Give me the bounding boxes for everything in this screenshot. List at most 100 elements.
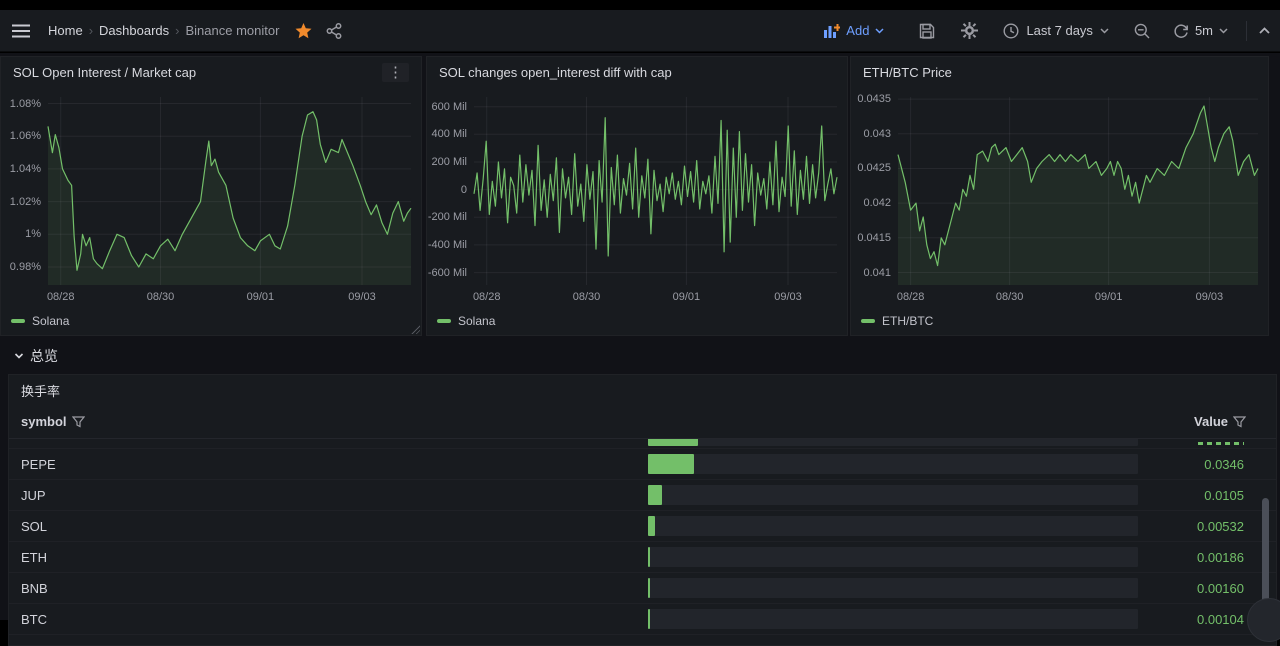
y-tick-label: -200 Mil	[428, 211, 467, 223]
x-tick-label: 09/01	[247, 291, 275, 303]
y-tick-label: -400 Mil	[428, 239, 467, 251]
filter-icon[interactable]	[1233, 416, 1246, 428]
cell-symbol: BNB	[21, 581, 48, 596]
table-row[interactable]: BNB0.00160	[9, 573, 1276, 604]
panel-title[interactable]: ETH/BTC Price	[863, 65, 952, 80]
chevron-down-icon	[875, 28, 884, 34]
panel-title[interactable]: SOL Open Interest / Market cap	[13, 65, 196, 80]
y-tick-label: 1.02%	[10, 196, 41, 208]
column-label: symbol	[21, 414, 67, 429]
table-row-partial[interactable]	[9, 439, 1276, 449]
row-section-overview[interactable]: 总览	[14, 346, 58, 366]
y-tick-label: 1%	[25, 228, 41, 240]
legend-swatch	[437, 319, 451, 323]
cell-symbol: ETH	[21, 550, 47, 565]
dashboard-settings-gear-icon[interactable]	[948, 22, 991, 39]
navbar-divider	[1246, 21, 1247, 41]
clock-icon	[1003, 23, 1019, 39]
timeseries-chart[interactable]: 0.04350.0430.04250.0420.04150.041 08/280…	[851, 87, 1268, 335]
cell-symbol: SOL	[21, 519, 47, 534]
table-row[interactable]: PEPE0.0346	[9, 449, 1276, 480]
legend-item[interactable]: ETH/BTC	[861, 312, 933, 330]
table-row[interactable]: ETH 0.00186	[9, 542, 1276, 573]
breadcrumb-current: Binance monitor	[185, 23, 279, 38]
x-tick-label: 09/01	[1095, 291, 1123, 303]
menu-icon[interactable]	[12, 24, 30, 38]
gauge-track	[648, 485, 1138, 505]
gauge-track	[648, 547, 1138, 567]
favorite-star-icon[interactable]	[295, 23, 312, 39]
legend-item[interactable]: Solana	[11, 312, 69, 330]
timeseries-chart[interactable]: 600 Mil400 Mil200 Mil0-200 Mil-400 Mil-6…	[427, 87, 847, 335]
gauge-bar	[648, 578, 650, 598]
y-axis-labels: 600 Mil400 Mil200 Mil0-200 Mil-400 Mil-6…	[427, 97, 469, 285]
breadcrumb-dashboards[interactable]: Dashboards	[99, 23, 169, 38]
legend-swatch	[861, 319, 875, 323]
table-row[interactable]: SOL0.00532	[9, 511, 1276, 542]
timeseries-chart[interactable]: 1.08%1.06%1.04%1.02%1%0.98% 08/2808/3009…	[1, 87, 421, 335]
x-axis-labels: 08/2808/3009/0109/03	[474, 291, 837, 307]
y-tick-label: 0	[461, 184, 467, 196]
row-section-label[interactable]: 总览	[30, 346, 58, 366]
refresh-controls[interactable]: 5m	[1163, 23, 1238, 39]
legend-label[interactable]: ETH/BTC	[882, 314, 933, 328]
y-axis-labels: 1.08%1.06%1.04%1.02%1%0.98%	[1, 97, 43, 285]
table-body[interactable]: PEPE0.0346 JUP 0.0105 SOL0.00532 ETH 0.00186 B…	[9, 439, 1276, 645]
save-dashboard-icon[interactable]	[906, 23, 948, 39]
y-tick-label: -600 Mil	[428, 267, 467, 279]
legend-label[interactable]: Solana	[458, 314, 495, 328]
panel-menu-icon[interactable]: ⋮	[382, 63, 409, 82]
refresh-interval-label[interactable]: 5m	[1195, 23, 1213, 38]
gauge-track	[648, 609, 1138, 629]
cell-symbol: BTC	[21, 612, 47, 627]
gauge-bar	[648, 439, 698, 446]
y-tick-label: 0.98%	[10, 261, 41, 273]
panel-header[interactable]: ETH/BTC Price	[851, 57, 1268, 87]
add-panel-icon	[824, 24, 840, 38]
y-tick-label: 0.0415	[857, 232, 891, 244]
cell-value: 0.00186	[1197, 550, 1244, 565]
y-tick-label: 0.043	[863, 128, 891, 140]
filter-icon[interactable]	[72, 416, 85, 428]
x-axis-labels: 08/2808/3009/0109/03	[48, 291, 411, 307]
gauge-track	[648, 516, 1138, 536]
gauge-bar	[648, 609, 650, 629]
chevron-down-icon	[1219, 28, 1228, 34]
add-button[interactable]: Add	[824, 23, 884, 38]
table-scrollbar-thumb[interactable]	[1262, 498, 1269, 614]
cell-value: 0.0346	[1204, 457, 1244, 472]
panel-ethbtc-price: ETH/BTC Price 0.04350.0430.04250.0420.04…	[850, 56, 1269, 336]
column-header-value[interactable]: Value	[1194, 414, 1264, 429]
cell-symbol: JUP	[21, 488, 46, 503]
gauge-track	[648, 454, 1138, 474]
refresh-icon[interactable]	[1173, 23, 1189, 39]
panel-turnover-table: 换手率 symbol Value PEPE0.0346JUP0.0105SOL0…	[8, 374, 1277, 646]
add-button-label: Add	[846, 23, 869, 38]
panel-header[interactable]: SOL changes open_interest diff with cap	[427, 57, 847, 87]
x-tick-label: 08/30	[147, 291, 175, 303]
panel-title[interactable]: SOL changes open_interest diff with cap	[439, 65, 672, 80]
share-icon[interactable]	[326, 23, 342, 39]
table-row[interactable]: JUP 0.0105	[9, 480, 1276, 511]
y-tick-label: 0.042	[863, 197, 891, 209]
zoom-out-time-icon[interactable]	[1121, 23, 1163, 39]
chevron-down-icon	[14, 352, 24, 360]
breadcrumb-home[interactable]: Home	[48, 23, 83, 38]
y-tick-label: 1.08%	[10, 98, 41, 110]
y-tick-label: 200 Mil	[432, 156, 467, 168]
cell-value: 0.0105	[1204, 488, 1244, 503]
legend-item[interactable]: Solana	[437, 312, 495, 330]
gauge-bar	[648, 547, 650, 567]
panel-header[interactable]: SOL Open Interest / Market cap ⋮	[1, 57, 421, 87]
y-tick-label: 400 Mil	[432, 128, 467, 140]
legend-label[interactable]: Solana	[32, 314, 69, 328]
column-header-symbol[interactable]: symbol	[21, 414, 85, 429]
y-tick-label: 1.06%	[10, 130, 41, 142]
scroll-to-top-icon[interactable]	[1255, 27, 1280, 34]
y-tick-label: 0.0435	[857, 93, 891, 105]
time-range-picker[interactable]: Last 7 days	[991, 23, 1121, 39]
breadcrumb-separator: ›	[175, 23, 179, 38]
y-axis-labels: 0.04350.0430.04250.0420.04150.041	[851, 97, 893, 285]
gauge-bar	[648, 516, 655, 536]
panel-title[interactable]: 换手率	[9, 375, 1276, 405]
